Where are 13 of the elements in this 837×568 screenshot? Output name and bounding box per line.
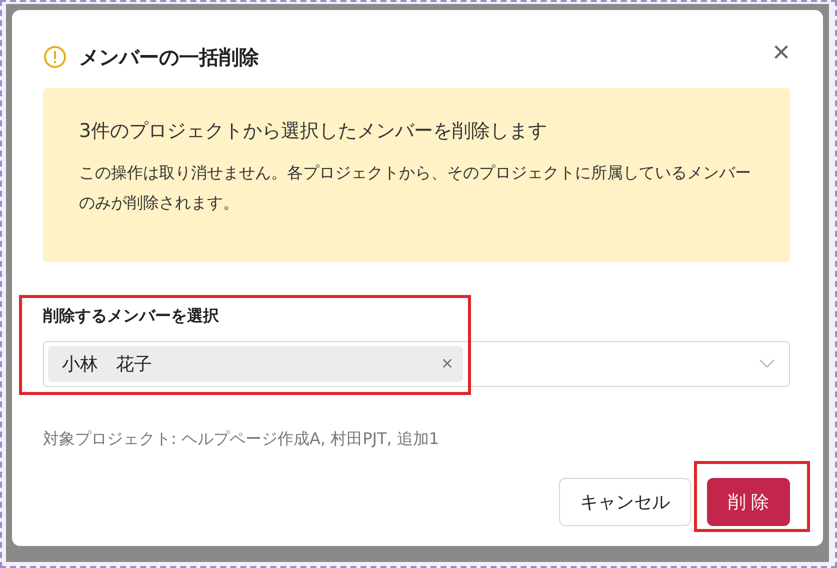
tag-label: 小林 花子 <box>62 353 152 376</box>
close-button[interactable]: × <box>772 38 790 68</box>
remove-tag-button[interactable]: × <box>441 352 453 376</box>
field-label: 削除するメンバーを選択 <box>43 306 220 327</box>
dialog-title: メンバーの一括削除 <box>79 44 260 70</box>
chevron-down-icon <box>759 359 775 369</box>
delete-button[interactable]: 削 除 <box>707 478 790 526</box>
member-select[interactable]: 小林 花子 × <box>43 341 790 387</box>
warning-icon <box>43 45 67 69</box>
warning-text: この操作は取り消せません。各プロジェクトから、そのプロジェクトに所属しているメンバーのみが削除されます。 <box>79 162 752 214</box>
cancel-button[interactable]: キャンセル <box>559 478 691 526</box>
warning-heading: 3件のプロジェクトから選択したメンバーを削除します <box>79 119 548 144</box>
target-projects-text: 対象プロジェクト: ヘルプページ作成A, 村田PJT, 追加1 <box>43 429 440 450</box>
